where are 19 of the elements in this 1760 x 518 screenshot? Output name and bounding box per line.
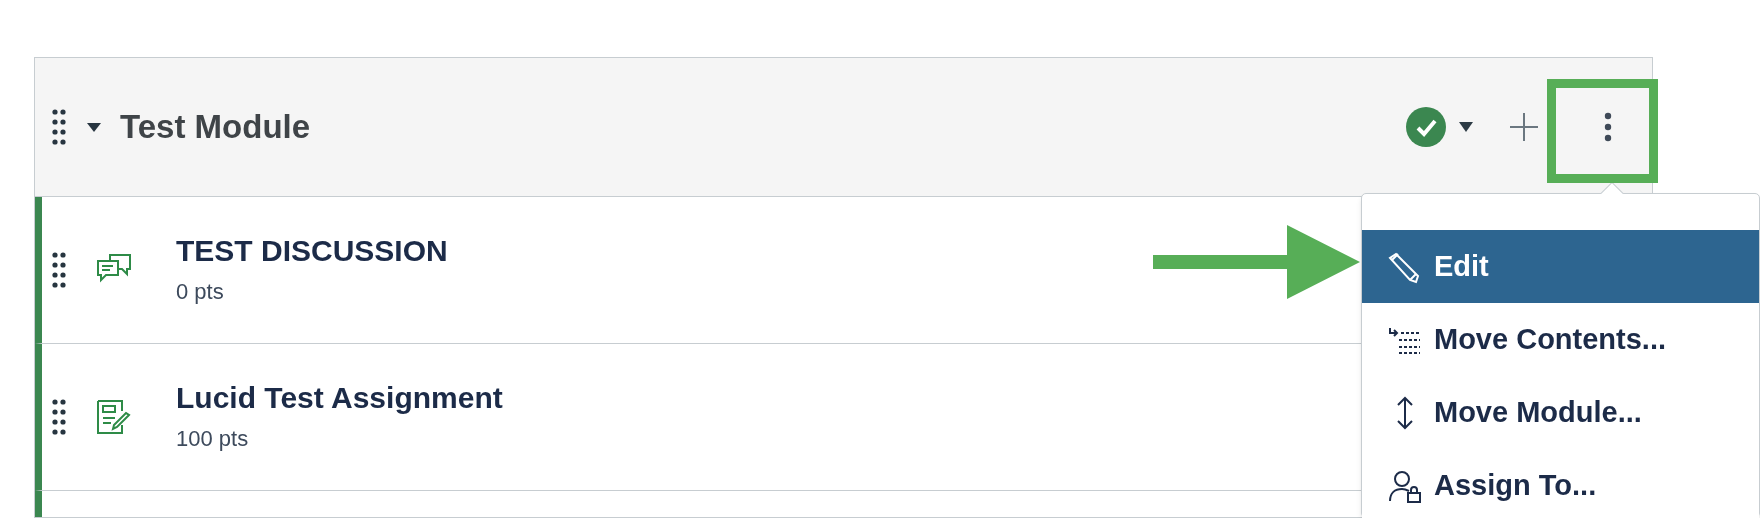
item-title[interactable]: TEST DISCUSSION [176,231,448,270]
menu-item[interactable]: Move Module... [1362,376,1759,449]
item-points: 0 pts [176,278,225,307]
published-icon[interactable] [1406,107,1446,147]
assignment-icon [96,399,132,435]
menu-item[interactable]: Move Contents... [1362,303,1759,376]
caret-icon[interactable] [86,121,102,133]
module-title: Test Module [120,107,311,148]
drag-handle-icon[interactable] [52,252,66,288]
item-title[interactable]: Lucid Test Assignment [176,378,503,417]
add-icon[interactable] [1510,113,1538,141]
drag-handle-icon[interactable] [52,109,66,145]
item-points: 100 pts [176,425,250,454]
more-options-icon[interactable] [1604,112,1612,142]
drag-handle-icon[interactable] [52,399,66,435]
user-lock-icon [1388,468,1422,503]
caret-icon[interactable] [1458,121,1474,133]
menu-item[interactable]: Assign To... [1362,449,1759,518]
menu-item[interactable]: Edit [1362,230,1759,303]
